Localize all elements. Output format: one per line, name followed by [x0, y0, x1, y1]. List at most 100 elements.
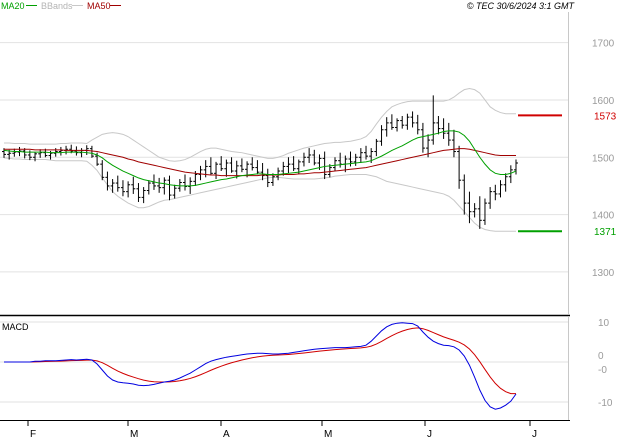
- ohlc-bar: [255, 160, 260, 175]
- copyright-text: © TEC 30/6/2024 3:1 GMT: [467, 1, 576, 11]
- ohlc-bar: [131, 176, 136, 194]
- ohlc-bar: [446, 122, 451, 146]
- ohlc-bar: [115, 175, 120, 192]
- ohlc-bar: [89, 145, 94, 158]
- macd-tick-label: -0: [598, 365, 607, 376]
- ma20-line: [3, 130, 517, 187]
- ohlc-bar: [260, 163, 265, 181]
- ohlc-bar: [498, 180, 503, 198]
- ohlc-bar: [400, 116, 405, 129]
- ohlc-bar: [384, 117, 389, 137]
- ohlc-bar: [332, 157, 337, 172]
- ohlc-bar: [405, 113, 410, 130]
- ohlc-bar: [374, 138, 379, 157]
- ohlc-bar: [508, 165, 513, 184]
- bollinger-bands: [3, 87, 516, 232]
- ohlc-bar: [395, 118, 400, 132]
- ohlc-bar: [301, 152, 306, 167]
- ohlc-bar: [389, 114, 394, 130]
- month-axis: FMAMJJ: [27, 421, 537, 440]
- macd-signal-line: [4, 327, 517, 395]
- ohlc-bar: [100, 160, 105, 181]
- chart: 1573 1371 1700 1600 1500 1400 1300 10 0 -0 -10 M…: [0, 1, 617, 440]
- ohlc-bar: [379, 125, 384, 146]
- month-label: M: [130, 429, 138, 440]
- macd-gridlines: [0, 321, 568, 403]
- legend-ma20-label: MA20: [1, 1, 25, 11]
- ohlc-bar: [482, 198, 487, 225]
- price-bars: [2, 95, 518, 229]
- ohlc-bar: [503, 173, 508, 192]
- ohlc-bar: [136, 183, 141, 202]
- macd-tick-label: 10: [598, 318, 610, 329]
- price-axis-ticks: 1700 1600 1500 1400 1300: [592, 39, 615, 279]
- ohlc-bar: [214, 161, 219, 180]
- ohlc-bar: [126, 181, 131, 198]
- ohlc-bar: [110, 179, 115, 193]
- ohlc-bar: [488, 187, 493, 209]
- ohlc-bar: [307, 148, 312, 163]
- ohlc-bar: [250, 157, 255, 171]
- macd-line: [4, 322, 517, 410]
- month-label: J: [532, 429, 537, 440]
- ohlc-bar: [441, 118, 446, 139]
- price-tick-label: 1500: [592, 153, 615, 164]
- ohlc-bar: [105, 171, 110, 191]
- ohlc-bar: [157, 177, 162, 193]
- legend-bbands-label: BBands: [41, 1, 73, 11]
- ohlc-bar: [457, 145, 462, 189]
- ohlc-bar: [167, 175, 172, 201]
- ohlc-bar: [74, 146, 79, 156]
- bbands-lower-line: [3, 157, 516, 232]
- ohlc-bar: [410, 111, 415, 128]
- ohlc-bar: [431, 95, 436, 145]
- ohlc-bar: [198, 165, 203, 181]
- price-tick-label: 1400: [592, 211, 615, 222]
- macd-panel: 10 0 -0 -10 MACD: [0, 316, 613, 420]
- month-label: F: [30, 429, 36, 440]
- ohlc-bar: [493, 184, 498, 201]
- macd-tick-label: 0: [598, 351, 604, 362]
- ohlc-bar: [415, 114, 420, 135]
- moving-averages: [3, 130, 517, 187]
- legend: MA20 BBands MA50: [1, 1, 121, 11]
- ohlc-bar: [146, 180, 151, 195]
- price-tick-label: 1300: [592, 268, 615, 279]
- macd-lines: [4, 322, 517, 410]
- ohlc-bar: [239, 158, 244, 173]
- ohlc-bar: [420, 122, 425, 153]
- month-label: A: [223, 429, 230, 440]
- month-label: J: [427, 429, 432, 440]
- ohlc-bar: [162, 177, 167, 195]
- ohlc-bar: [38, 149, 43, 158]
- marker-label: 1573: [594, 111, 617, 122]
- macd-tick-label: -10: [598, 398, 613, 409]
- ohlc-bar: [451, 129, 456, 158]
- marker-label: 1371: [594, 227, 617, 238]
- ohlc-bar: [477, 196, 482, 229]
- ohlc-bar: [224, 159, 229, 177]
- price-tick-label: 1700: [592, 39, 615, 50]
- price-panel: 1573 1371 1700 1600 1500 1400 1300: [0, 12, 617, 314]
- ohlc-bar: [219, 156, 224, 172]
- ohlc-bar: [120, 180, 125, 197]
- ohlc-bar: [353, 153, 358, 166]
- ohlc-bar: [514, 159, 518, 175]
- ohlc-bar: [291, 156, 296, 172]
- ohlc-bar: [358, 148, 363, 163]
- ohlc-bar: [208, 157, 213, 175]
- ohlc-bar: [12, 148, 17, 157]
- ohlc-bar: [229, 157, 234, 173]
- ohlc-bar: [58, 146, 63, 156]
- ohlc-bar: [286, 157, 291, 174]
- ohlc-bar: [172, 184, 177, 199]
- ohlc-bar: [472, 203, 477, 218]
- macd-axis-ticks: 10 0 -0 -10: [598, 318, 613, 409]
- ohlc-bar: [462, 174, 467, 215]
- legend-ma50-label: MA50: [87, 1, 111, 11]
- ohlc-bar: [141, 187, 146, 204]
- price-gridlines: [0, 42, 568, 273]
- price-tick-label: 1600: [592, 96, 615, 107]
- macd-label: MACD: [2, 322, 29, 332]
- ohlc-bar: [183, 174, 188, 191]
